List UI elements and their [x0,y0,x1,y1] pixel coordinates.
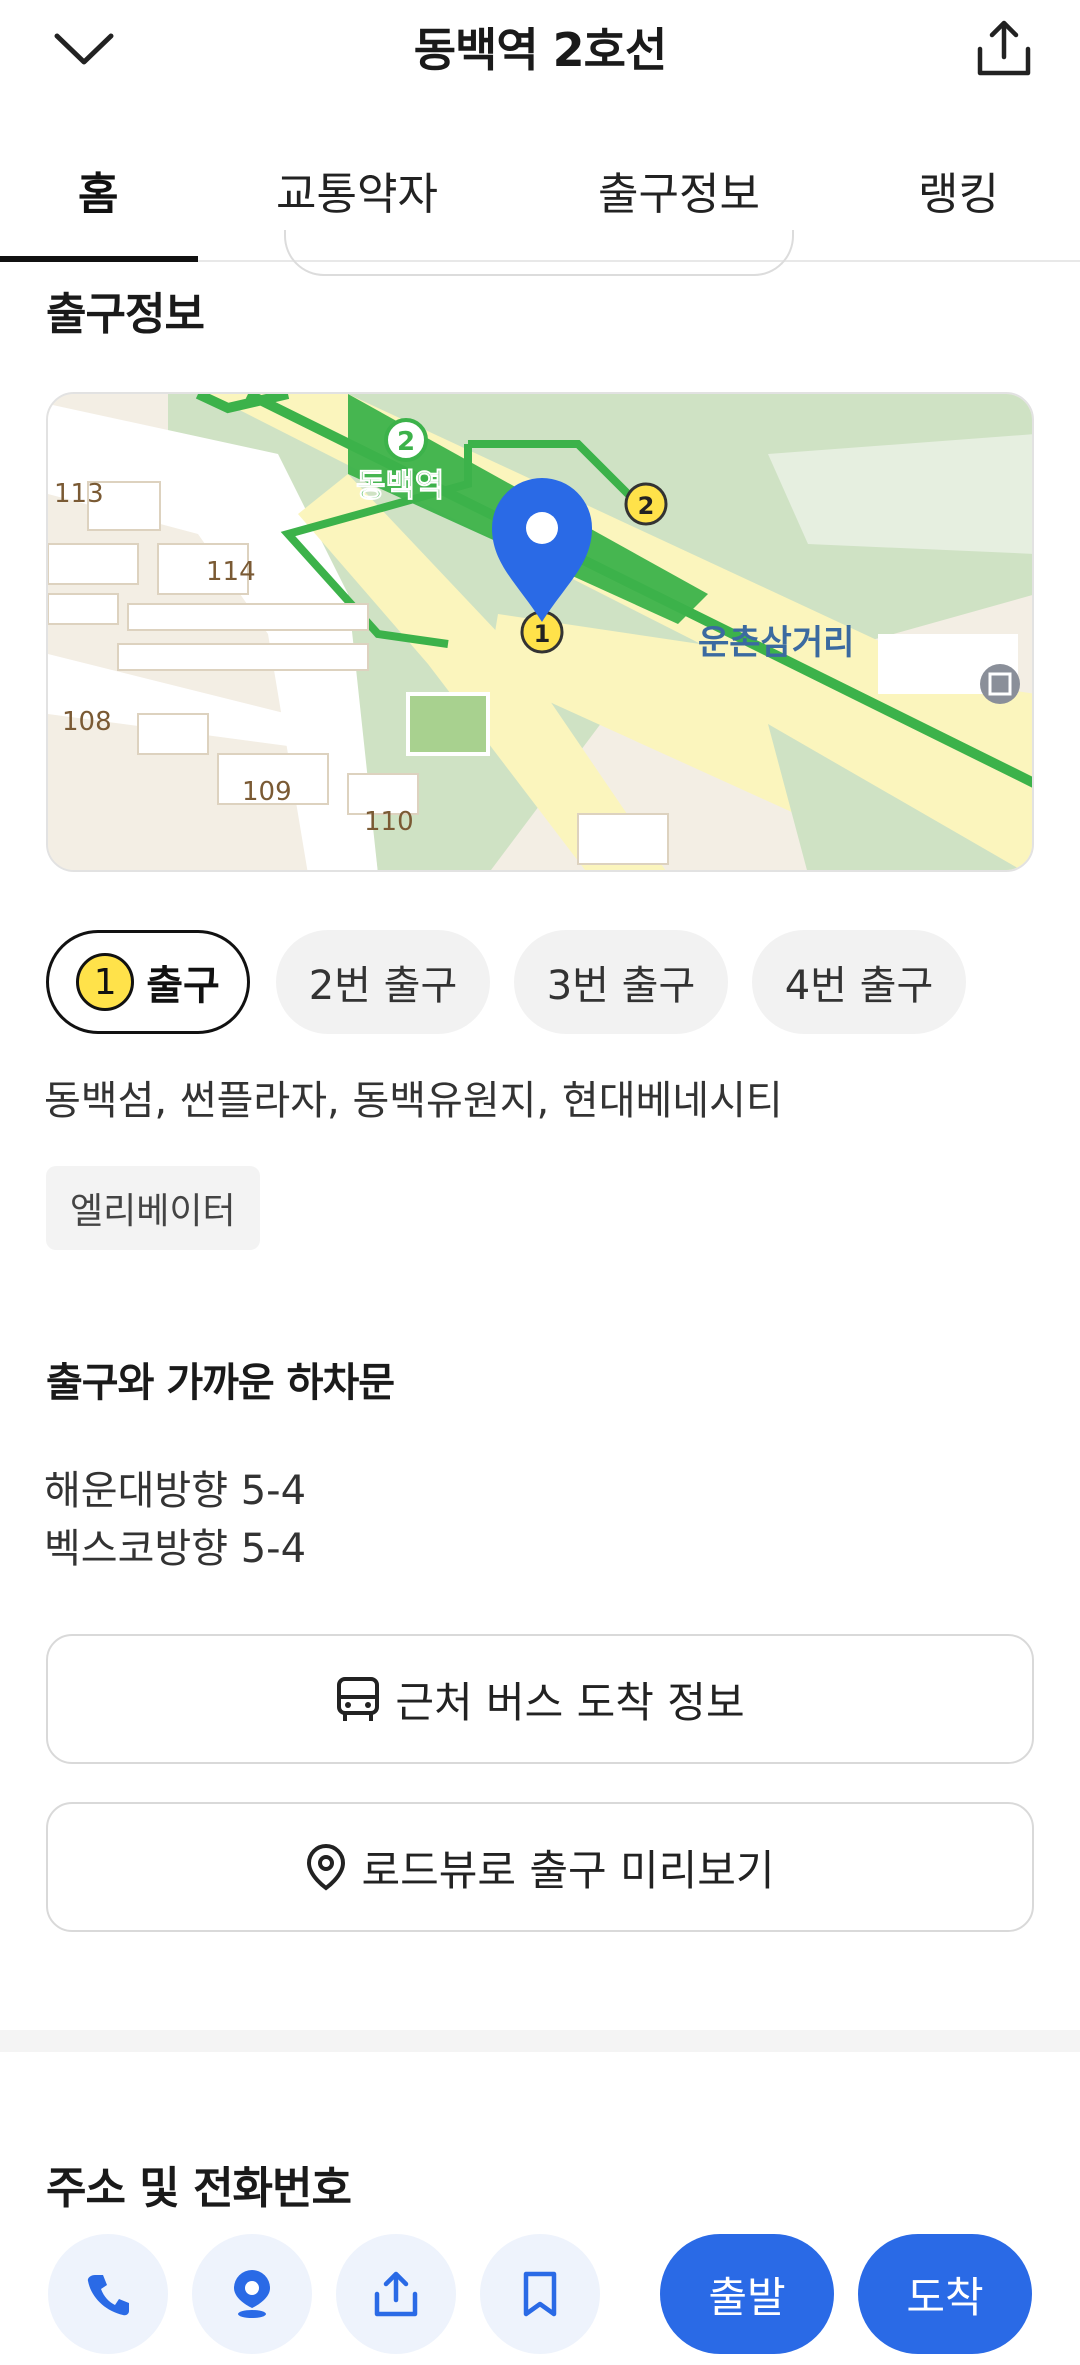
station-label: 동백역 [356,466,444,504]
block-number: 110 [364,807,414,837]
roadview-pin-icon [307,1843,346,1891]
address-section-title: 주소 및 전화번호 [46,2163,352,2214]
exit-map[interactable]: 113 114 108 109 110 2 동백역 운촌삼거리 2 1 [46,392,1034,872]
intersection-label: 운촌삼거리 [698,623,854,663]
line-number-label: 2 [397,427,415,457]
bus-icon [337,1677,380,1721]
share-icon[interactable] [964,12,1044,86]
bookmark-icon[interactable] [480,2234,600,2354]
platform-door-line: 해운대방향 5-4 [44,1468,307,1514]
share-icon[interactable] [336,2234,456,2354]
tab-home[interactable]: 홈 [78,158,118,222]
roadview-label: 로드뷰로 출구 미리보기 [361,1845,775,1895]
exit-number-badge: 1 [76,953,135,1011]
exit-chip-label: 출구 [146,963,220,1009]
block-number: 113 [54,479,104,509]
exit-selector: 1 출구 2번 출구 3번 출구 4번 출구 [46,930,1046,1034]
exit-marker-label: 1 [534,620,551,648]
phone-icon[interactable] [48,2234,168,2354]
page-title: 동백역 2호선 [413,23,668,77]
location-pin-icon[interactable] [192,2234,312,2354]
tab-exit-info[interactable]: 출구정보 [598,158,760,222]
exit-chip-1[interactable]: 1 출구 [46,930,250,1034]
exit-marker-label: 2 [638,492,655,520]
block-number: 114 [206,557,256,587]
depart-button[interactable]: 출발 [660,2234,834,2354]
block-number: 108 [62,707,112,737]
scrolled-content-edge [284,230,794,276]
section-divider [0,2030,1080,2052]
arrive-button[interactable]: 도착 [858,2234,1032,2354]
top-bar: 동백역 2호선 [0,0,1080,100]
nearby-places: 동백섬, 썬플라자, 동백유원지, 현대베네시티 [44,1078,783,1124]
sports-field [406,692,490,756]
platform-door-line: 벡스코방향 5-4 [44,1526,307,1572]
facility-tag: 엘리베이터 [46,1166,260,1250]
building-icon [980,664,1020,704]
block-number: 109 [242,777,292,807]
exit-chip-2[interactable]: 2번 출구 [276,930,490,1034]
nearby-bus-button[interactable]: 근처 버스 도착 정보 [46,1634,1034,1764]
exit-chip-3[interactable]: 3번 출구 [514,930,728,1034]
tab-accessibility[interactable]: 교통약자 [276,158,438,222]
nearby-bus-label: 근처 버스 도착 정보 [395,1677,745,1727]
exit-chip-4[interactable]: 4번 출구 [752,930,966,1034]
active-tab-indicator [0,256,198,262]
platform-door-title: 출구와 가까운 하차문 [46,1360,395,1406]
tab-ranking[interactable]: 랭킹 [918,158,999,222]
exit-info-title: 출구정보 [46,289,205,340]
roadview-button[interactable]: 로드뷰로 출구 미리보기 [46,1802,1034,1932]
